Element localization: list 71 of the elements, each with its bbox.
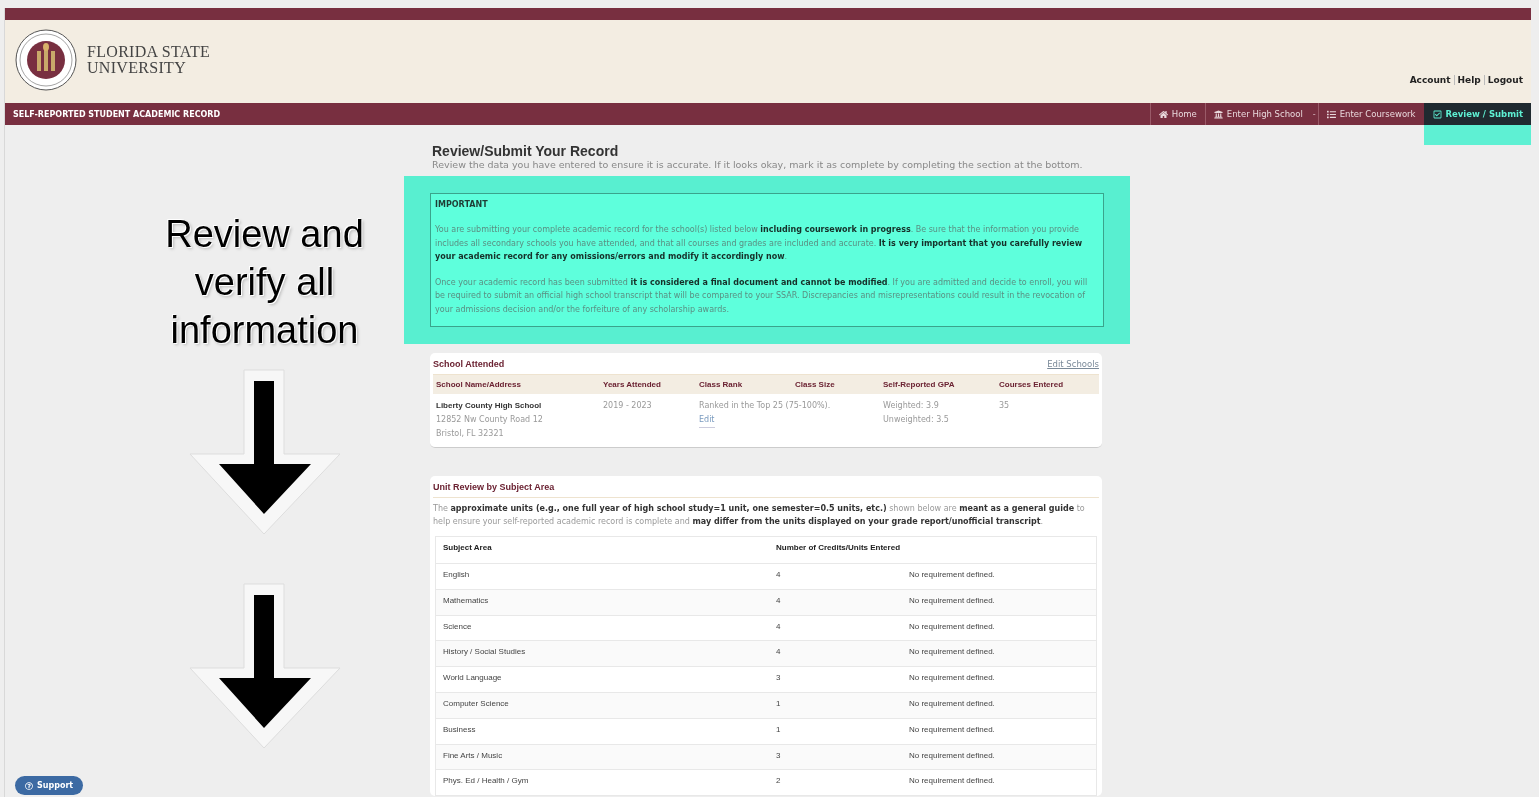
- table-cell-text: World Language: [443, 673, 503, 683]
- table-cell-text: English: [443, 570, 471, 579]
- table-cell-text: Fine Arts / Music: [443, 750, 504, 760]
- table-cell-text: Weighted: 3.9: [883, 400, 940, 412]
- table-cell-text: 4: [776, 621, 782, 631]
- help-icon: [25, 781, 33, 790]
- nav-tab[interactable]: Enter High School: [1204, 103, 1311, 125]
- table-cell-text: No requirement defined.: [909, 570, 996, 579]
- table-cell-text: 1: [776, 724, 782, 734]
- list-icon: [1326, 109, 1336, 119]
- table-cell-text: 4: [776, 595, 782, 605]
- header-link[interactable]: Help: [1457, 75, 1481, 85]
- notice-heading: IMPORTANT: [435, 200, 489, 209]
- nav-separator: -: [1311, 108, 1317, 121]
- building-icon: [1213, 109, 1223, 119]
- page-title: Review/Submit Your Record: [432, 143, 620, 159]
- column-header: Years Attended: [600, 375, 696, 394]
- table-cell-text: No requirement defined.: [909, 595, 996, 605]
- section-title: School Attended: [433, 359, 505, 369]
- column-header: Self-Reported GPA: [880, 375, 996, 394]
- table-cell-text: No requirement defined.: [909, 724, 996, 734]
- table-cell-text: Science: [443, 621, 473, 631]
- table-cell-text: 2: [776, 776, 782, 786]
- header-link[interactable]: Account: [1409, 75, 1451, 85]
- support-button[interactable]: Support: [15, 776, 84, 795]
- column-header: Courses Entered: [996, 375, 1099, 394]
- app-title: SELF-REPORTED STUDENT ACADEMIC RECORD: [13, 109, 221, 119]
- table-cell-text: 3: [776, 673, 782, 683]
- unit-description: The approximate units (e.g., one full year of high school study=1 unit, one semester=0.5 units, etc.) shown below are meant as a general guide to help ensure your self-reported academic record is complete and may differ from the units displayed on your grade report/unofficial transcript.: [433, 503, 1086, 528]
- down-arrow-icon: [187, 368, 342, 536]
- table-cell-text: 2019 - 2023: [603, 400, 653, 412]
- home-icon: [1158, 109, 1168, 119]
- table-cell-text: No requirement defined.: [909, 750, 996, 760]
- table-cell-text: Computer Science: [443, 699, 510, 708]
- university-seal-logo: [15, 29, 77, 91]
- section-title: Unit Review by Subject Area: [433, 482, 555, 492]
- annotation-text: Review and verify all information: [164, 212, 365, 353]
- school-name: Liberty County High School: [436, 400, 543, 412]
- table-cell-text: 4: [776, 647, 782, 657]
- column-header: Subject Area: [443, 543, 493, 552]
- down-arrow-icon: [187, 582, 342, 750]
- table-cell-text: Business: [443, 724, 477, 734]
- nav-tab[interactable]: Home: [1149, 103, 1205, 125]
- table-cell-text: Unweighted: 3.5: [883, 414, 950, 426]
- table-cell-text: No requirement defined.: [909, 776, 996, 786]
- table-cell-text: 35: [999, 400, 1011, 412]
- table-cell-text: Ranked in the Top 25 (75-100%).: [699, 400, 832, 412]
- nav-tab[interactable]: Review / Submit: [1423, 103, 1531, 125]
- university-name: FLORIDA STATE UNIVERSITY: [87, 44, 211, 76]
- table-cell-text: No requirement defined.: [909, 647, 996, 657]
- table-cell-text: Mathematics: [443, 595, 490, 605]
- table-cell-text: Phys. Ed / Health / Gym: [443, 776, 530, 786]
- header-link[interactable]: Logout: [1487, 75, 1523, 85]
- table-cell-text: 4: [776, 570, 782, 579]
- table-cell-text: History / Social Studies: [443, 647, 527, 657]
- table-cell-text: 1: [776, 699, 782, 708]
- page-subtitle: Review the data you have entered to ensure it is accurate. If it looks okay, mark it as complete by completing the section at the bottom.: [432, 159, 1084, 170]
- notice-paragraph: Once your academic record has been submitted it is considered a final document and cannot be modified. If you are admitted and decide to enroll, you will be required to submit an official high school transcript that will be compared to your SSAR. Discrepancies and misrepresentations could result in the revocation of your admissions decision and/or the forfeiture of any scholarship awards.: [435, 276, 1089, 316]
- notice-paragraph: You are submitting your complete academic record for the school(s) listed below including coursework in progress. Be sure that the information you provide includes all secondary schools you have attended, and that all courses and grades are included and accurate. It is very important that you carefully review your academic record for any omissions/errors and modify it accordingly now.: [435, 224, 1084, 263]
- table-cell-text: No requirement defined.: [909, 699, 996, 708]
- column-header: Class Rank: [696, 375, 792, 394]
- column-header: School Name/Address: [433, 375, 600, 394]
- school-address: 12852 Nw County Road 12: [436, 414, 544, 426]
- table-cell-text: 3: [776, 750, 782, 760]
- column-header: Number of Credits/Units Entered: [776, 543, 901, 552]
- table-cell-text: No requirement defined.: [909, 621, 996, 631]
- nav-tab[interactable]: Enter Coursework: [1317, 103, 1424, 125]
- table-cell-text: No requirement defined.: [909, 673, 996, 683]
- school-address: Bristol, FL 32321: [436, 428, 505, 440]
- edit-schools-link[interactable]: Edit Schools: [1047, 359, 1099, 369]
- column-header: Class Size: [792, 375, 880, 394]
